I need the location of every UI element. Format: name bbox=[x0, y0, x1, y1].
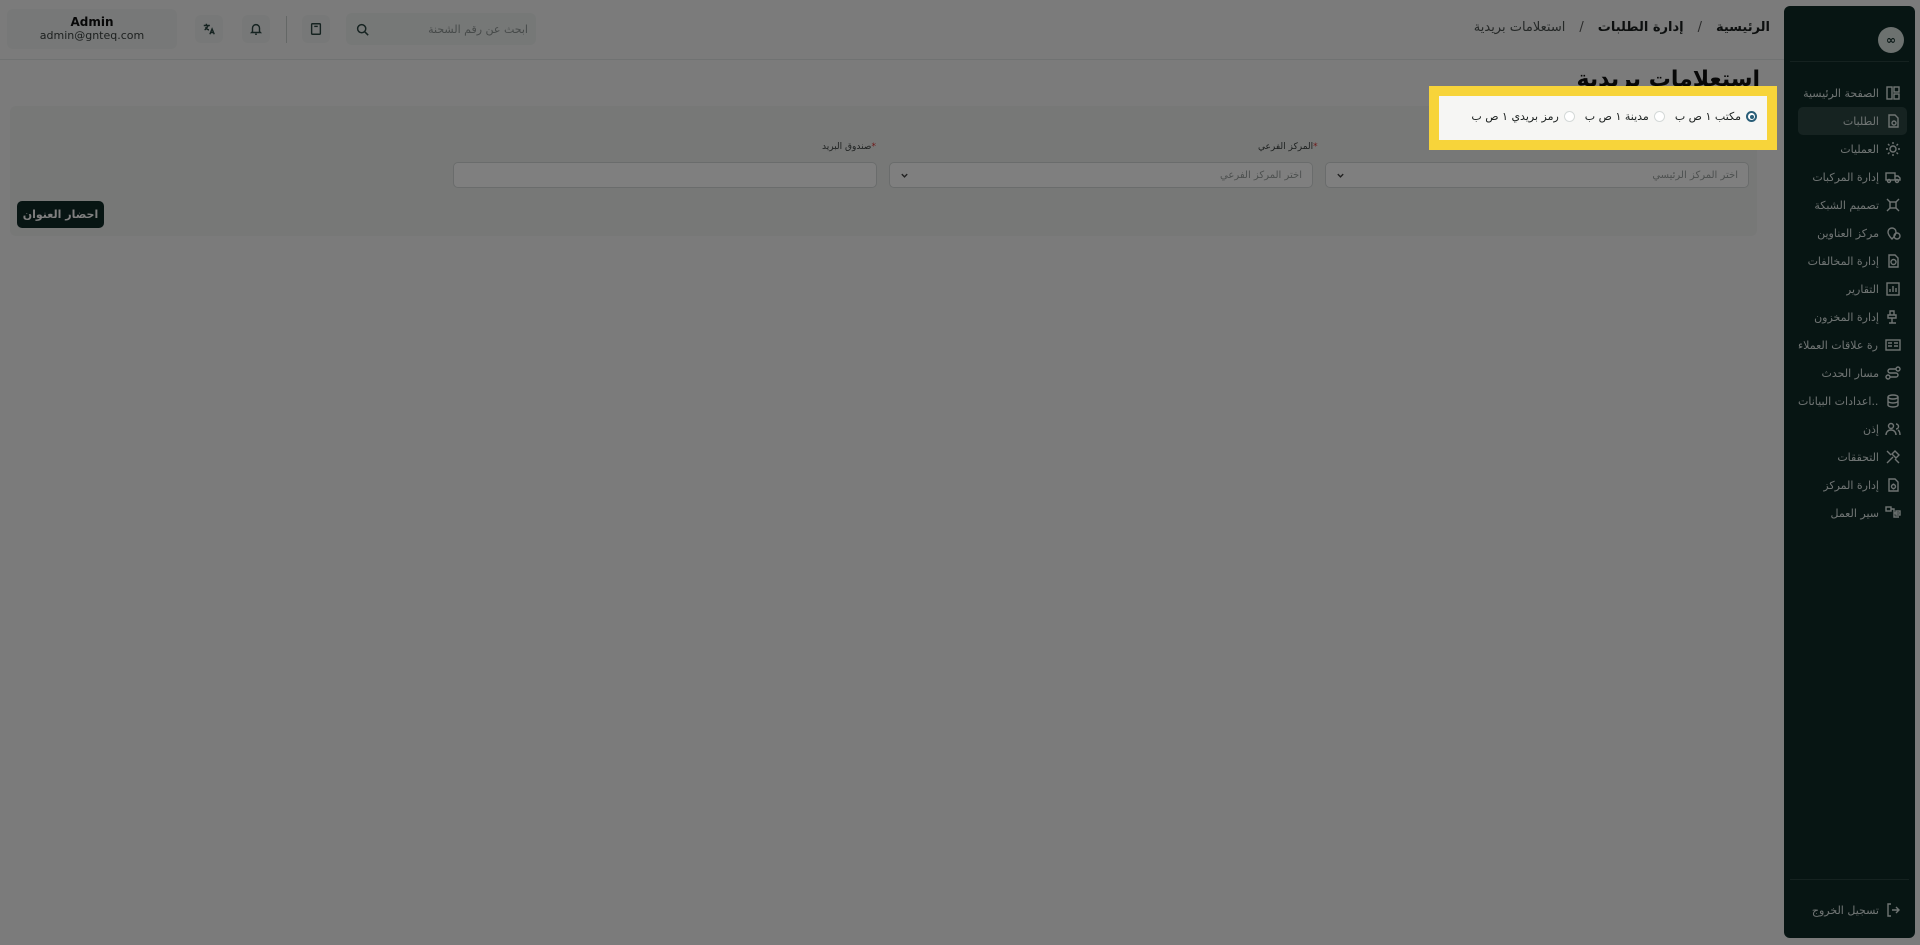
radio-label: مدينة ١ ص ب bbox=[1584, 110, 1649, 123]
address-type-radio[interactable]: مدينة ١ ص ب bbox=[1585, 110, 1665, 123]
radio-label: مكتب ١ ص ب bbox=[1674, 110, 1741, 123]
radio-label: رمز بريدي ١ ص ب bbox=[1471, 110, 1559, 123]
radio-unchecked-icon[interactable] bbox=[1563, 111, 1575, 122]
address-type-radio[interactable]: مكتب ١ ص ب bbox=[1675, 110, 1757, 123]
radio-checked-icon[interactable] bbox=[1746, 111, 1757, 122]
address-type-radio-group: مكتب ١ ص ب مدينة ١ ص ب رمز بريدي ١ ص ب bbox=[1429, 86, 1777, 150]
address-type-radio[interactable]: رمز بريدي ١ ص ب bbox=[1471, 110, 1575, 123]
radio-unchecked-icon[interactable] bbox=[1653, 111, 1665, 122]
